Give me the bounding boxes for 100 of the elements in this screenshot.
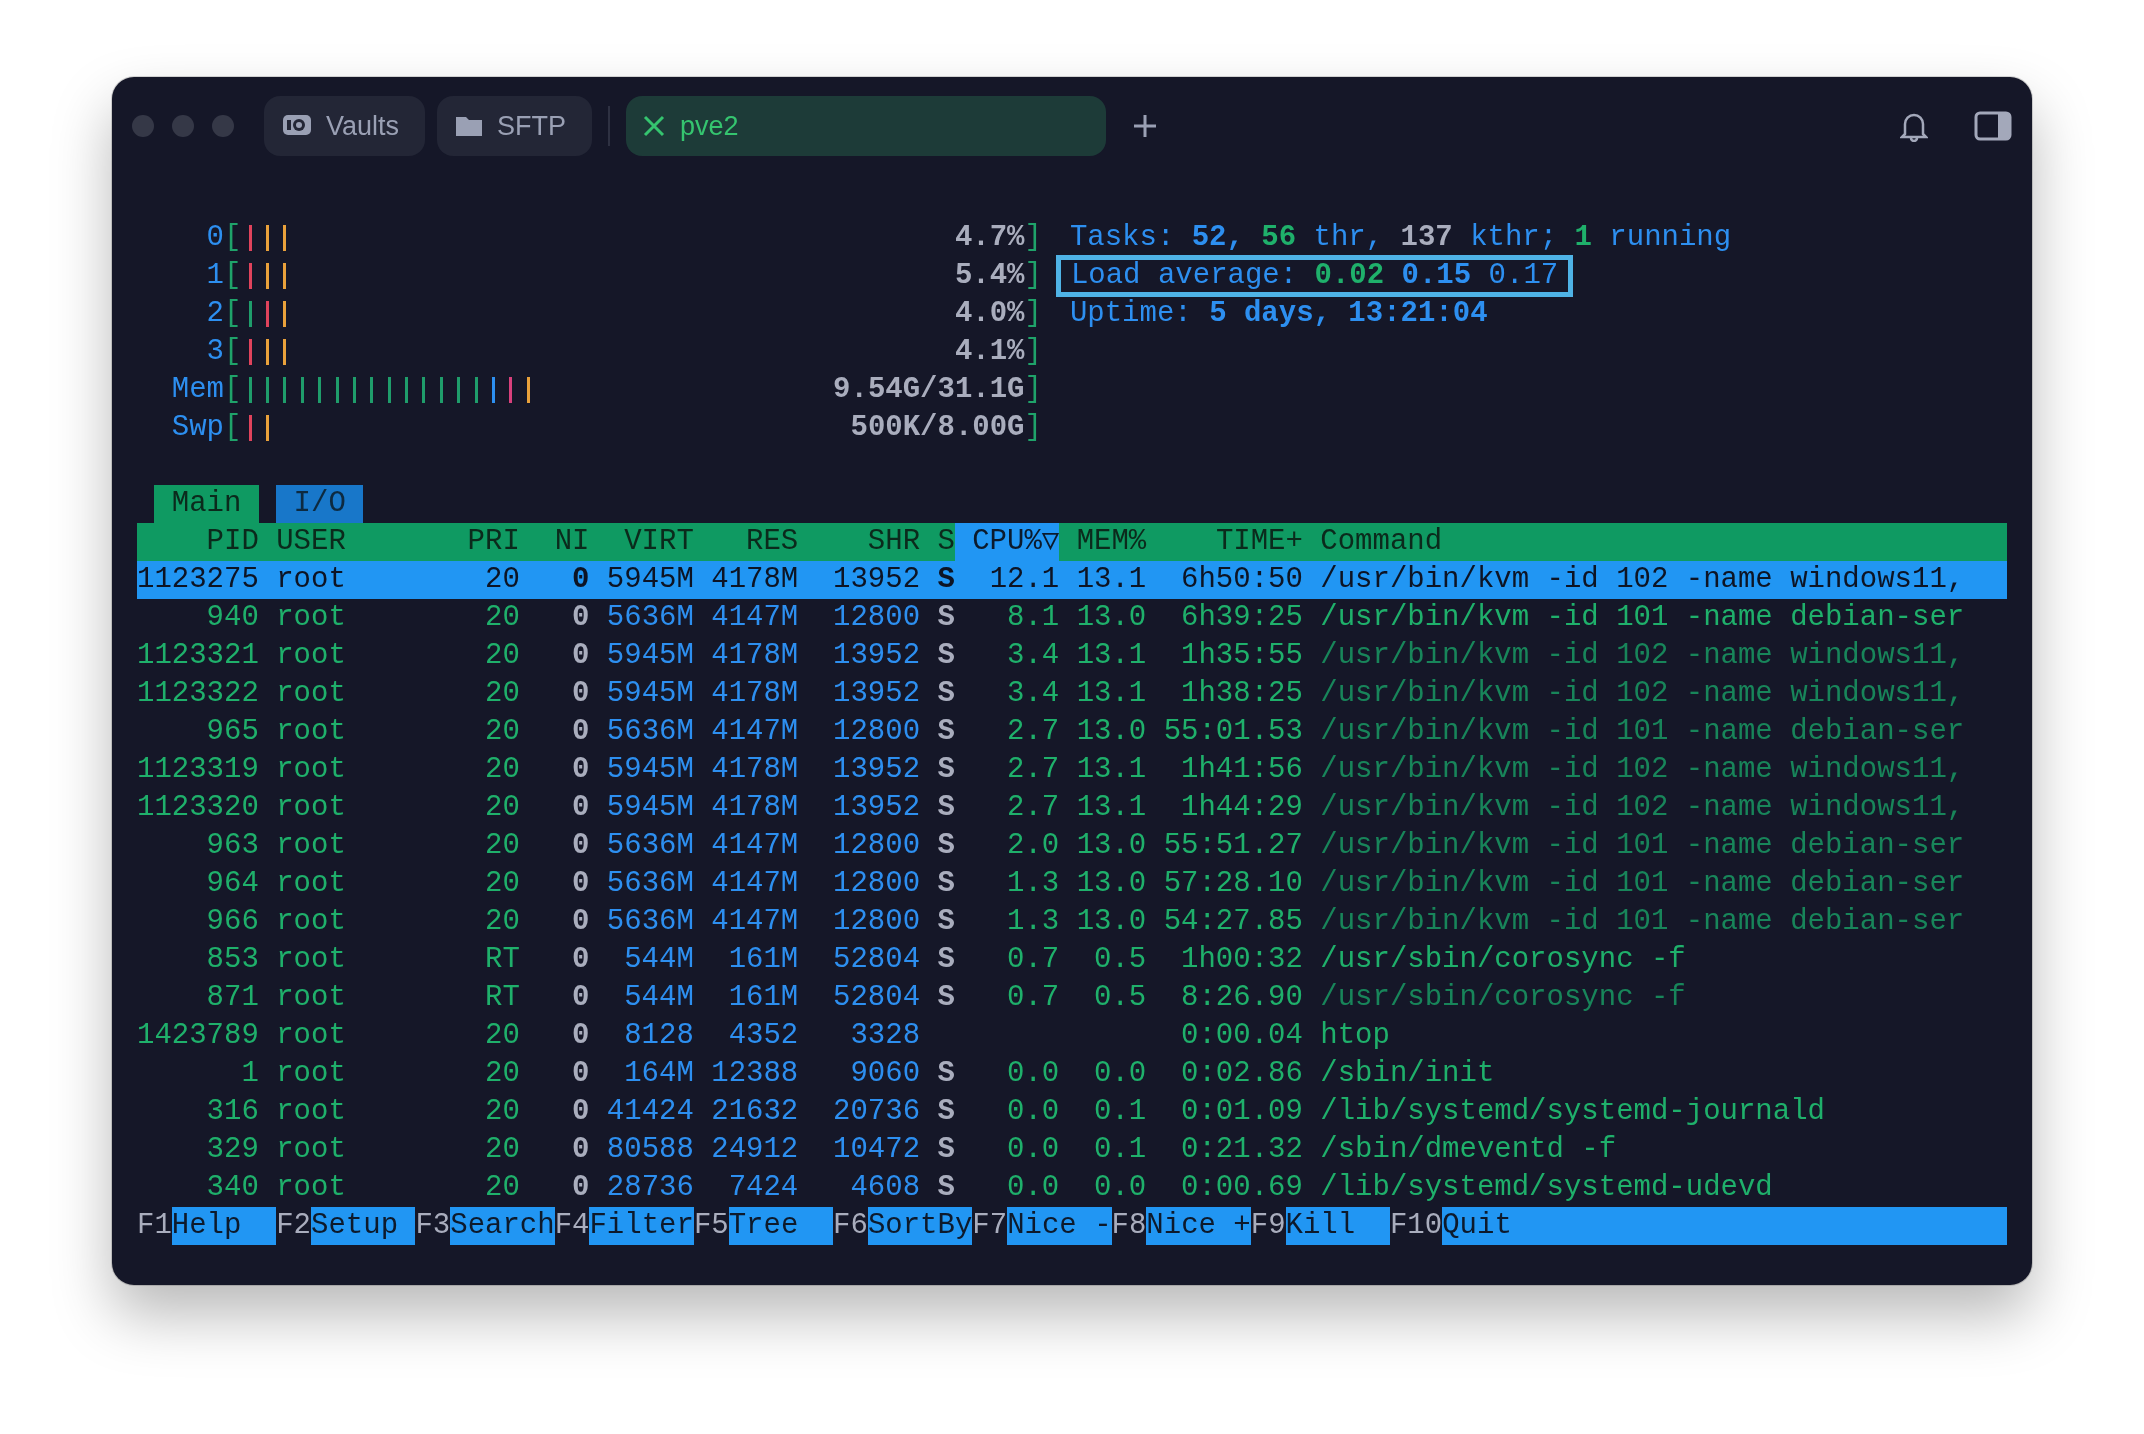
memory-cell-text: 13.0 [1075, 866, 1147, 902]
memory-cell-text: 0.0 [1093, 1056, 1147, 1092]
column-header[interactable]: VIRT [589, 523, 694, 561]
memory-cell-text: 13.0 [1075, 714, 1147, 750]
function-key-action[interactable]: Nice + [1146, 1207, 1251, 1245]
function-key: F7 [972, 1207, 1008, 1245]
state-cell-text: S [936, 638, 955, 674]
pid-cell-text: 329 [205, 1132, 259, 1168]
process-row[interactable]: 1123322 root 20 0 5945M 4178M 13952 S 3.4 13.1 1h38:25 /usr/bin/kvm -id 102 -name windows11, [137, 675, 2007, 713]
process-row[interactable]: 329 root 20 0 80588 24912 10472 S 0.0 0.1 0:21.32 /sbin/dmeventd -f [137, 1131, 2007, 1169]
selected-process-row[interactable]: 1123275 root 20 0 5945M 4178M 13952 S 12.1 13.1 6h50:50 /usr/bin/kvm -id 102 -name windows11, [137, 561, 2007, 599]
command-cell-text: /lib/systemd/systemd-journald [1319, 1094, 1826, 1130]
user-cell-text: root [275, 1170, 347, 1206]
column-header[interactable]: S [920, 523, 955, 561]
bracket: [ [224, 220, 242, 256]
column-header[interactable]: PID [137, 523, 259, 561]
bracket: ] [1024, 296, 1042, 332]
view-tab[interactable]: Main [154, 485, 259, 523]
view-tab[interactable]: I/O [276, 485, 364, 523]
bracket: [ [224, 410, 242, 446]
function-key-action[interactable]: SortBy [867, 1207, 973, 1245]
shared-memory-cell-text: 12800 [832, 866, 921, 902]
memory-cell-text: 0.1 [1093, 1094, 1147, 1130]
process-row[interactable]: 871 root RT 0 544M 161M 52804 S 0.7 0.5 8:26.90 /usr/sbin/corosync -f [137, 979, 2007, 1017]
sidebar-icon[interactable] [1974, 111, 2012, 141]
meter-label: 2 [205, 296, 224, 332]
memory-cell-text: 13.1 [1075, 562, 1147, 598]
meter-value: 9.54G/31.1G [833, 372, 1025, 408]
function-key-action[interactable]: Filter [589, 1207, 694, 1245]
virtual-memory-cell-text: 5636M [605, 828, 694, 864]
user-cell-text: root [275, 1094, 347, 1130]
function-key-action[interactable]: Setup [311, 1207, 416, 1245]
tab[interactable]: SFTP [437, 96, 593, 156]
process-row[interactable]: 1123320 root 20 0 5945M 4178M 13952 S 2.7 13.1 1h44:29 /usr/bin/kvm -id 102 -name windows11, [137, 789, 2007, 827]
process-row[interactable]: 340 root 20 0 28736 7424 4608 S 0.0 0.0 0:00.69 /lib/systemd/systemd-udevd [137, 1169, 2007, 1207]
column-header[interactable]: TIME+ [1146, 523, 1303, 561]
nice-cell-text: 0 [571, 1132, 590, 1168]
process-row[interactable]: 966 root 20 0 5636M 4147M 12800 S 1.3 13.0 54:27.85 /usr/bin/kvm -id 101 -name debian-ser [137, 903, 2007, 941]
time-cell-text: 6h50:50 [1180, 562, 1303, 598]
priority-cell-text: 20 [484, 638, 520, 674]
meter-label: Swp [170, 410, 224, 446]
tab[interactable]: pve2 [626, 96, 1107, 156]
bracket: ] [1024, 410, 1042, 446]
meter-label: 0 [205, 220, 224, 256]
resident-memory-cell-text: 4352 [727, 1018, 799, 1054]
cpu-cell-text: 0.7 [1006, 980, 1060, 1016]
pid-cell-text: 963 [205, 828, 259, 864]
column-header[interactable]: Command [1302, 523, 2007, 561]
user-cell-text: root [275, 866, 347, 902]
user-cell-text: root [275, 942, 347, 978]
column-header[interactable]: PRI [432, 523, 520, 561]
resident-memory-cell-text: 4178M [710, 790, 799, 826]
function-key-action[interactable]: Search [450, 1207, 555, 1245]
tab[interactable]: Vaults [264, 96, 426, 156]
column-header[interactable]: SHR [798, 523, 921, 561]
cpu-cell-text: 0.0 [1006, 1132, 1060, 1168]
process-row[interactable]: 965 root 20 0 5636M 4147M 12800 S 2.7 13.0 55:01.53 /usr/bin/kvm -id 101 -name debian-ser [137, 713, 2007, 751]
process-row[interactable]: 1123319 root 20 0 5945M 4178M 13952 S 2.7 13.1 1h41:56 /usr/bin/kvm -id 102 -name windows11, [137, 751, 2007, 789]
virtual-memory-cell-text: 5945M [605, 752, 694, 788]
function-key-action[interactable]: Kill [1285, 1207, 1390, 1245]
user-cell-text: root [275, 828, 347, 864]
function-key-action[interactable]: Help [171, 1207, 277, 1245]
priority-cell-text: 20 [484, 752, 520, 788]
cpu-cell-text: 1.3 [1006, 866, 1060, 902]
add-tab-icon[interactable] [1132, 113, 1159, 139]
column-header[interactable]: NI [519, 523, 590, 561]
user-cell-text: root [275, 1132, 347, 1168]
process-row[interactable]: 1423789 root 20 0 8128 4352 3328 0:00.04 htop [137, 1017, 2007, 1055]
pid-cell-text: 1123320 [137, 790, 259, 826]
shared-memory-cell-text: 13952 [832, 752, 921, 788]
virtual-memory-cell-text: 544M [623, 942, 694, 978]
virtual-memory-cell-text: 80588 [605, 1132, 694, 1168]
column-header[interactable]: MEM% [1059, 523, 1147, 561]
process-row[interactable]: 940 root 20 0 5636M 4147M 12800 S 8.1 13.0 6h39:25 /usr/bin/kvm -id 101 -name debian-ser [137, 599, 2007, 637]
cpu-cell-text: 0.0 [1006, 1056, 1060, 1092]
command-cell-text: /usr/bin/kvm -id 102 -name windows11, [1319, 752, 1966, 788]
process-row[interactable]: 853 root RT 0 544M 161M 52804 S 0.7 0.5 1h00:32 /usr/sbin/corosync -f [137, 941, 2007, 979]
process-row[interactable]: 964 root 20 0 5636M 4147M 12800 S 1.3 13.0 57:28.10 /usr/bin/kvm -id 101 -name debian-ser [137, 865, 2007, 903]
bracket: ] [1024, 220, 1042, 256]
column-header[interactable]: CPU%▽ [954, 523, 1060, 561]
virtual-memory-cell-text: 5945M [605, 676, 694, 712]
process-row[interactable]: 963 root 20 0 5636M 4147M 12800 S 2.0 13.0 55:51.27 /usr/bin/kvm -id 101 -name debian-ser [137, 827, 2007, 865]
resident-memory-cell-text: 161M [727, 980, 799, 1016]
process-row[interactable]: 1 root 20 0 164M 12388 9060 S 0.0 0.0 0:02.86 /sbin/init [137, 1055, 2007, 1093]
process-row[interactable]: 316 root 20 0 41424 21632 20736 S 0.0 0.1 0:01.09 /lib/systemd/systemd-journald [137, 1093, 2007, 1131]
column-header[interactable]: USER [258, 523, 433, 561]
cpu-cell-text: 0.0 [1006, 1094, 1060, 1130]
time-cell-text: 55:51.27 [1162, 828, 1303, 864]
function-key-action[interactable]: Nice - [1007, 1207, 1112, 1245]
function-key: F9 [1250, 1207, 1286, 1245]
function-key-action[interactable]: Quit [1442, 1207, 2007, 1245]
nice-cell-text: 0 [571, 562, 590, 598]
column-header[interactable]: RES [693, 523, 799, 561]
process-row[interactable]: 1123321 root 20 0 5945M 4178M 13952 S 3.4 13.1 1h35:55 /usr/bin/kvm -id 102 -name windows11, [137, 637, 2007, 675]
priority-cell-text: RT [484, 942, 520, 978]
function-key-action[interactable]: Tree [728, 1207, 834, 1245]
time-cell-text: 1h00:32 [1180, 942, 1303, 978]
resident-memory-cell-text: 4178M [710, 676, 799, 712]
shared-memory-cell-text: 13952 [832, 790, 921, 826]
time-cell-text: 0:01.09 [1180, 1094, 1303, 1130]
